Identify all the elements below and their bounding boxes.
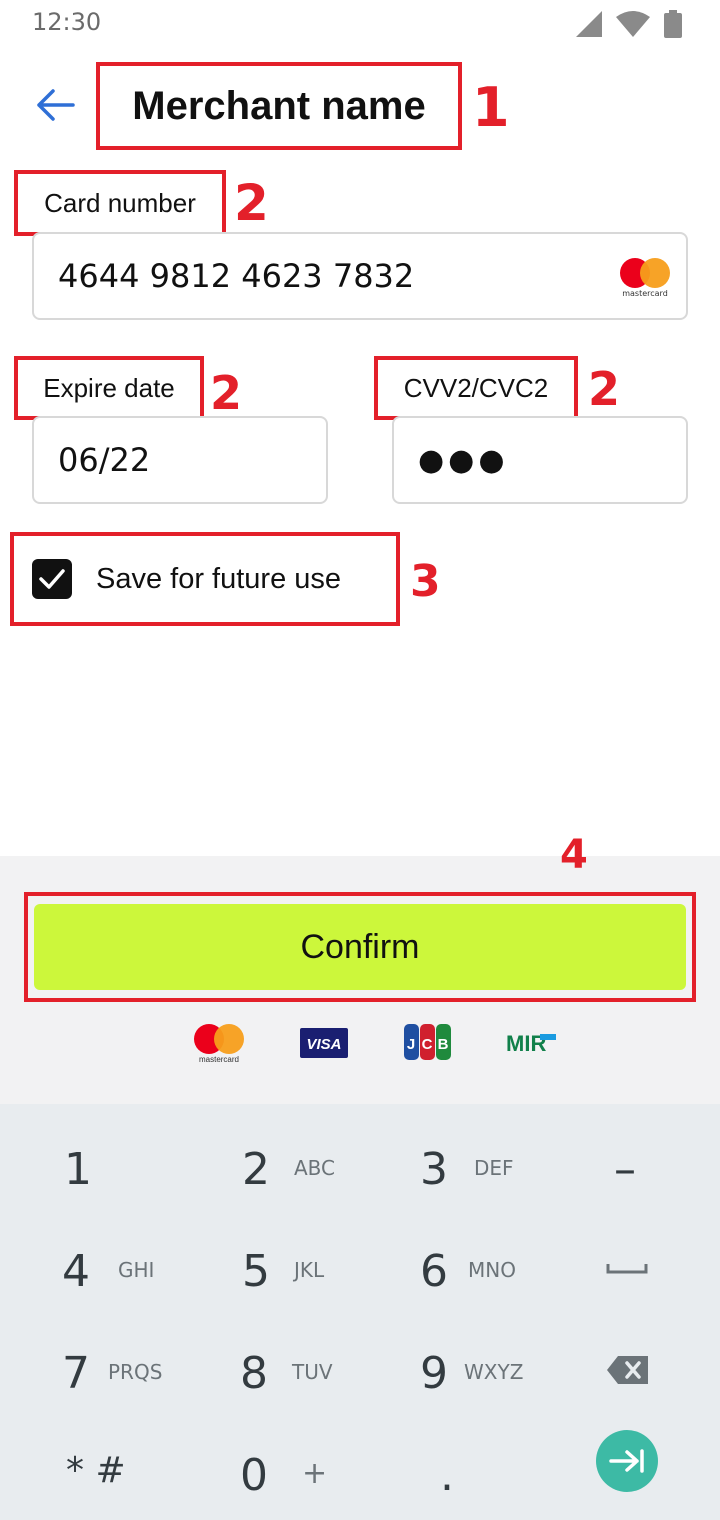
status-time: 12:30 [32,8,102,36]
key-9[interactable]: 9 WXYZ [360,1318,536,1418]
svg-text:C: C [422,1036,433,1053]
jcb-logo-icon: J C B [404,1024,451,1060]
key-6[interactable]: 6 MNO [360,1216,536,1316]
key-0[interactable]: 0 + [180,1420,356,1520]
annotation-2-cvv: 2 [588,362,621,416]
key-2[interactable]: 2 ABC [180,1114,356,1214]
cvv-input[interactable]: ●●● [392,416,688,504]
svg-text:J: J [407,1036,415,1053]
payment-brands: mastercard VISA J C B MIR [0,1024,720,1068]
card-number-input[interactable]: 4644 9812 4623 7832 mastercard [32,232,688,320]
key-1[interactable]: 1 [0,1114,176,1214]
key-3[interactable]: 3 DEF [360,1114,536,1214]
annotation-2-expire: 2 [210,366,243,420]
key-backspace[interactable] [540,1318,716,1418]
app-bar: Merchant name [0,60,720,152]
confirm-highlight: Confirm [24,892,696,1002]
visa-logo-icon: VISA [300,1028,348,1058]
key-star-hash[interactable]: * # [0,1420,176,1520]
confirm-button[interactable]: Confirm [34,904,686,990]
wifi-icon [616,11,650,37]
back-button[interactable] [30,82,80,128]
svg-text:B: B [438,1036,449,1053]
cellular-signal-icon [576,11,602,37]
expire-date-label: Expire date [14,356,204,420]
status-bar: 12:30 [0,0,720,48]
save-checkbox[interactable] [32,559,72,599]
card-number-value: 4644 9812 4623 7832 [58,257,415,295]
annotation-3: 3 [410,556,441,607]
key-4[interactable]: 4 GHI [0,1216,176,1316]
key-8[interactable]: 8 TUV [180,1318,356,1418]
battery-icon [664,10,682,38]
mastercard-logo-icon: mastercard [194,1024,244,1064]
svg-text:VISA: VISA [306,1036,341,1053]
key-minus[interactable]: – [540,1114,716,1214]
page-title: Merchant name [96,62,462,150]
key-space[interactable] [540,1216,716,1316]
annotation-1: 1 [472,76,510,139]
cvv-value: ●●● [418,442,509,478]
space-icon [606,1264,648,1274]
mir-logo-icon: MIR [506,1031,556,1056]
annotation-4: 4 [560,832,588,878]
save-checkbox-label: Save for future use [96,562,342,595]
annotation-2-card: 2 [234,174,269,232]
key-7[interactable]: 7 PRQS [0,1318,176,1418]
save-for-future-row: Save for future use [10,532,400,626]
status-icons [576,10,682,38]
expire-date-value: 06/22 [58,441,151,479]
numeric-keyboard: 1 2 ABC 3 DEF – 4 GHI 5 JKL 6 MNO 7 PRQS… [0,1104,720,1520]
expire-date-input[interactable]: 06/22 [32,416,328,504]
backspace-icon [607,1356,648,1384]
card-number-label: Card number [14,170,226,236]
tab-next-icon [609,1449,644,1473]
key-5[interactable]: 5 JKL [180,1216,356,1316]
enter-button[interactable] [596,1430,658,1492]
footer-panel: 4 Confirm mastercard VISA J C B MIR [0,832,720,1104]
key-period[interactable]: . [360,1420,536,1520]
checkmark-icon [39,569,65,589]
arrow-left-icon [37,89,75,121]
mastercard-logo-icon: mastercard [620,258,670,298]
cvv-label: CVV2/CVC2 [374,356,578,420]
